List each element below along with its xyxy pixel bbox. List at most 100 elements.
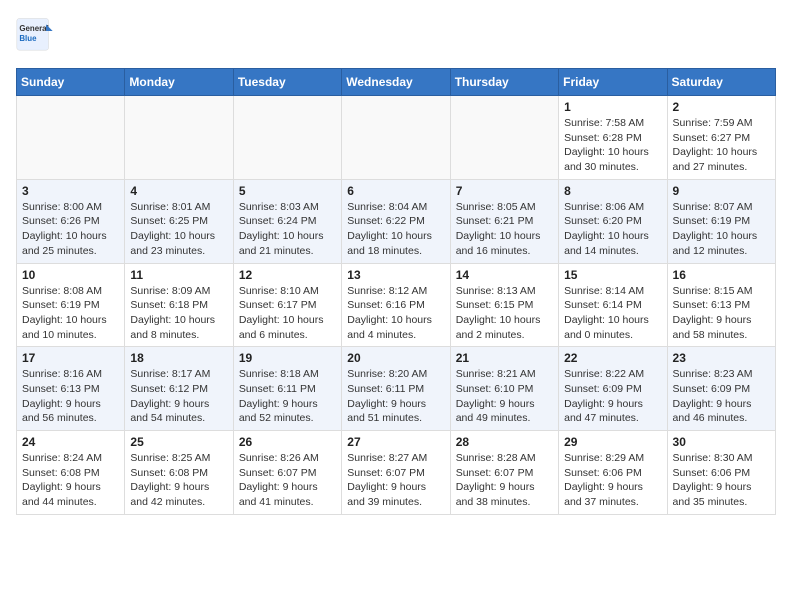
day-info: Sunrise: 8:09 AMSunset: 6:18 PMDaylight:…	[130, 284, 227, 343]
day-info: Sunrise: 8:24 AMSunset: 6:08 PMDaylight:…	[22, 451, 119, 510]
calendar-cell: 14 Sunrise: 8:13 AMSunset: 6:15 PMDayligh…	[450, 263, 558, 347]
day-number: 8	[564, 184, 661, 198]
day-info: Sunrise: 8:03 AMSunset: 6:24 PMDaylight:…	[239, 200, 336, 259]
day-info: Sunrise: 8:23 AMSunset: 6:09 PMDaylight:…	[673, 367, 770, 426]
day-info: Sunrise: 8:13 AMSunset: 6:15 PMDaylight:…	[456, 284, 553, 343]
calendar-cell: 2 Sunrise: 7:59 AMSunset: 6:27 PMDaylight…	[667, 96, 775, 180]
day-info: Sunrise: 7:59 AMSunset: 6:27 PMDaylight:…	[673, 116, 770, 175]
calendar-cell: 26Sunrise: 8:26 AMSunset: 6:07 PMDayligh…	[233, 431, 341, 515]
day-number: 29	[564, 435, 661, 449]
calendar-cell: 9 Sunrise: 8:07 AMSunset: 6:19 PMDaylight…	[667, 179, 775, 263]
calendar-cell: 12 Sunrise: 8:10 AMSunset: 6:17 PMDayligh…	[233, 263, 341, 347]
day-number: 9	[673, 184, 770, 198]
day-number: 25	[130, 435, 227, 449]
calendar-cell: 21 Sunrise: 8:21 AMSunset: 6:10 PMDayligh…	[450, 347, 558, 431]
day-number: 26	[239, 435, 336, 449]
day-info: Sunrise: 8:12 AMSunset: 6:16 PMDaylight:…	[347, 284, 444, 343]
calendar-cell	[125, 96, 233, 180]
day-info: Sunrise: 8:20 AMSunset: 6:11 PMDaylight:…	[347, 367, 444, 426]
weekday-header-wednesday: Wednesday	[342, 69, 450, 96]
calendar-cell: 7 Sunrise: 8:05 AMSunset: 6:21 PMDaylight…	[450, 179, 558, 263]
day-number: 30	[673, 435, 770, 449]
calendar-cell	[233, 96, 341, 180]
weekday-header-tuesday: Tuesday	[233, 69, 341, 96]
calendar-cell: 24 Sunrise: 8:24 AMSunset: 6:08 PMDayligh…	[17, 431, 125, 515]
day-number: 5	[239, 184, 336, 198]
calendar-cell: 6 Sunrise: 8:04 AMSunset: 6:22 PMDaylight…	[342, 179, 450, 263]
day-number: 12	[239, 268, 336, 282]
day-number: 23	[673, 351, 770, 365]
day-number: 11	[130, 268, 227, 282]
day-info: Sunrise: 8:16 AMSunset: 6:13 PMDaylight:…	[22, 367, 119, 426]
day-info: Sunrise: 8:06 AMSunset: 6:20 PMDaylight:…	[564, 200, 661, 259]
day-info: Sunrise: 8:01 AMSunset: 6:25 PMDaylight:…	[130, 200, 227, 259]
calendar-cell: 19Sunrise: 8:18 AMSunset: 6:11 PMDayligh…	[233, 347, 341, 431]
calendar-cell: 29 Sunrise: 8:29 AMSunset: 6:06 PMDayligh…	[559, 431, 667, 515]
weekday-header-sunday: Sunday	[17, 69, 125, 96]
day-info: Sunrise: 8:14 AMSunset: 6:14 PMDaylight:…	[564, 284, 661, 343]
calendar-cell: 18 Sunrise: 8:17 AMSunset: 6:12 PMDayligh…	[125, 347, 233, 431]
svg-text:Blue: Blue	[19, 34, 37, 43]
calendar-header-row: SundayMondayTuesdayWednesdayThursdayFrid…	[17, 69, 776, 96]
day-info: Sunrise: 8:04 AMSunset: 6:22 PMDaylight:…	[347, 200, 444, 259]
calendar-week-4: 17 Sunrise: 8:16 AMSunset: 6:13 PMDayligh…	[17, 347, 776, 431]
day-info: Sunrise: 8:22 AMSunset: 6:09 PMDaylight:…	[564, 367, 661, 426]
calendar-cell: 1Sunrise: 7:58 AMSunset: 6:28 PMDaylight…	[559, 96, 667, 180]
calendar-cell: 20 Sunrise: 8:20 AMSunset: 6:11 PMDayligh…	[342, 347, 450, 431]
day-number: 21	[456, 351, 553, 365]
calendar-cell: 22 Sunrise: 8:22 AMSunset: 6:09 PMDayligh…	[559, 347, 667, 431]
logo-svg: General Blue	[16, 16, 66, 56]
day-number: 7	[456, 184, 553, 198]
day-number: 15	[564, 268, 661, 282]
day-info: Sunrise: 8:28 AMSunset: 6:07 PMDaylight:…	[456, 451, 553, 510]
calendar-cell: 10Sunrise: 8:08 AMSunset: 6:19 PMDayligh…	[17, 263, 125, 347]
day-number: 14	[456, 268, 553, 282]
calendar-cell: 28Sunrise: 8:28 AMSunset: 6:07 PMDayligh…	[450, 431, 558, 515]
day-number: 20	[347, 351, 444, 365]
calendar-week-1: 1Sunrise: 7:58 AMSunset: 6:28 PMDaylight…	[17, 96, 776, 180]
day-info: Sunrise: 8:10 AMSunset: 6:17 PMDaylight:…	[239, 284, 336, 343]
calendar-table: SundayMondayTuesdayWednesdayThursdayFrid…	[16, 68, 776, 515]
weekday-header-saturday: Saturday	[667, 69, 775, 96]
day-info: Sunrise: 8:25 AMSunset: 6:08 PMDaylight:…	[130, 451, 227, 510]
day-info: Sunrise: 8:17 AMSunset: 6:12 PMDaylight:…	[130, 367, 227, 426]
calendar-cell: 4 Sunrise: 8:01 AMSunset: 6:25 PMDaylight…	[125, 179, 233, 263]
page-header: General Blue	[16, 16, 776, 56]
day-number: 13	[347, 268, 444, 282]
calendar-cell	[17, 96, 125, 180]
day-info: Sunrise: 8:18 AMSunset: 6:11 PMDaylight:…	[239, 367, 336, 426]
day-number: 16	[673, 268, 770, 282]
weekday-header-thursday: Thursday	[450, 69, 558, 96]
day-number: 4	[130, 184, 227, 198]
day-info: Sunrise: 8:29 AMSunset: 6:06 PMDaylight:…	[564, 451, 661, 510]
day-number: 6	[347, 184, 444, 198]
calendar-week-2: 3Sunrise: 8:00 AMSunset: 6:26 PMDaylight…	[17, 179, 776, 263]
calendar-cell: 23 Sunrise: 8:23 AMSunset: 6:09 PMDayligh…	[667, 347, 775, 431]
day-number: 27	[347, 435, 444, 449]
calendar-cell	[450, 96, 558, 180]
calendar-cell: 15 Sunrise: 8:14 AMSunset: 6:14 PMDayligh…	[559, 263, 667, 347]
weekday-header-friday: Friday	[559, 69, 667, 96]
calendar-cell: 8 Sunrise: 8:06 AMSunset: 6:20 PMDaylight…	[559, 179, 667, 263]
day-number: 22	[564, 351, 661, 365]
calendar-cell: 30 Sunrise: 8:30 AMSunset: 6:06 PMDayligh…	[667, 431, 775, 515]
calendar-week-5: 24 Sunrise: 8:24 AMSunset: 6:08 PMDayligh…	[17, 431, 776, 515]
day-info: Sunrise: 8:27 AMSunset: 6:07 PMDaylight:…	[347, 451, 444, 510]
day-number: 17	[22, 351, 119, 365]
calendar-cell	[342, 96, 450, 180]
calendar-cell: 3Sunrise: 8:00 AMSunset: 6:26 PMDaylight…	[17, 179, 125, 263]
day-number: 18	[130, 351, 227, 365]
day-number: 24	[22, 435, 119, 449]
calendar-cell: 11 Sunrise: 8:09 AMSunset: 6:18 PMDayligh…	[125, 263, 233, 347]
calendar-cell: 16Sunrise: 8:15 AMSunset: 6:13 PMDayligh…	[667, 263, 775, 347]
day-info: Sunrise: 8:30 AMSunset: 6:06 PMDaylight:…	[673, 451, 770, 510]
calendar-week-3: 10Sunrise: 8:08 AMSunset: 6:19 PMDayligh…	[17, 263, 776, 347]
weekday-header-monday: Monday	[125, 69, 233, 96]
day-number: 2	[673, 100, 770, 114]
calendar-cell: 17 Sunrise: 8:16 AMSunset: 6:13 PMDayligh…	[17, 347, 125, 431]
day-info: Sunrise: 8:00 AMSunset: 6:26 PMDaylight:…	[22, 200, 119, 259]
day-info: Sunrise: 8:05 AMSunset: 6:21 PMDaylight:…	[456, 200, 553, 259]
calendar-cell: 13 Sunrise: 8:12 AMSunset: 6:16 PMDayligh…	[342, 263, 450, 347]
day-info: Sunrise: 8:07 AMSunset: 6:19 PMDaylight:…	[673, 200, 770, 259]
day-info: Sunrise: 8:21 AMSunset: 6:10 PMDaylight:…	[456, 367, 553, 426]
